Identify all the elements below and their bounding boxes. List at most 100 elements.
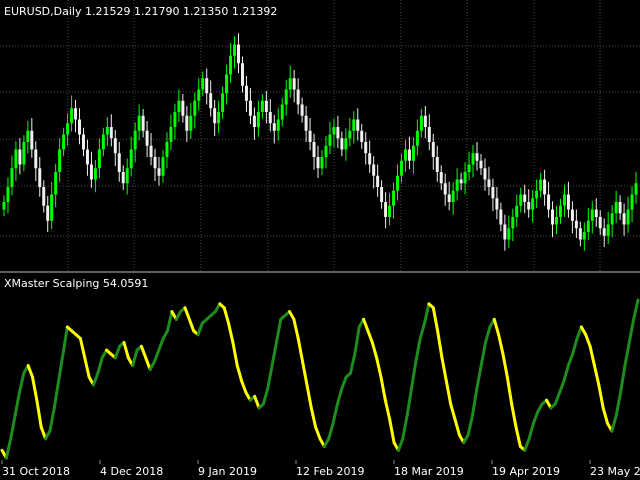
candle-body	[519, 194, 523, 206]
main-window-title: EURUSD,Daily 1.21529 1.21790 1.21350 1.2…	[4, 5, 277, 18]
candle-body	[527, 202, 531, 210]
candle-body	[407, 149, 411, 161]
candle-body	[18, 149, 22, 165]
candle-body	[237, 44, 241, 64]
candle-body	[197, 89, 201, 101]
candle-body	[431, 142, 435, 157]
candle-body	[97, 149, 101, 169]
candle-body	[101, 134, 105, 150]
candle-body	[229, 55, 233, 75]
candle-body	[332, 127, 336, 135]
candle-body	[427, 127, 431, 142]
candle-body	[439, 172, 443, 184]
candle-body	[610, 213, 614, 225]
time-axis-label: 31 Oct 2018	[2, 465, 70, 478]
candle-body	[105, 127, 109, 135]
time-axis-label: 18 Mar 2019	[394, 465, 464, 478]
candle-body	[547, 194, 551, 210]
candle-body	[399, 160, 403, 176]
candle-body	[149, 145, 153, 157]
candle-body	[233, 44, 237, 56]
candle-body	[491, 187, 495, 199]
candle-body	[443, 183, 447, 195]
candle-body	[320, 157, 324, 169]
candle-body	[89, 164, 93, 180]
time-axis-label: 19 Apr 2019	[492, 465, 560, 478]
candle-body	[217, 112, 221, 124]
candle-body	[272, 123, 276, 131]
candle-body	[384, 202, 388, 217]
candle-body	[256, 112, 260, 127]
candle-body	[133, 130, 137, 150]
candle-body	[42, 187, 46, 206]
candle-body	[264, 100, 268, 112]
candle-body	[451, 190, 455, 202]
candle-body	[177, 100, 181, 112]
candle-body	[169, 127, 173, 142]
candle-body	[109, 127, 113, 139]
candle-body	[368, 153, 372, 165]
candle-body	[487, 179, 491, 187]
candle-body	[260, 100, 264, 112]
time-axis-label: 4 Dec 2018	[100, 465, 163, 478]
candle-body	[113, 138, 117, 154]
candle-body	[225, 74, 229, 94]
candle-body	[622, 213, 626, 225]
candle-body	[205, 78, 209, 94]
candle-body	[70, 108, 74, 124]
candle-body	[201, 78, 205, 90]
candle-body	[173, 112, 177, 127]
candle-body	[46, 205, 50, 221]
candle-body	[181, 100, 185, 116]
candle-body	[598, 217, 602, 229]
candle-body	[34, 149, 38, 169]
candle-body	[499, 209, 503, 225]
candle-body	[280, 104, 284, 120]
candle-body	[479, 160, 483, 169]
candle-body	[411, 145, 415, 161]
candle-body	[388, 205, 392, 217]
candle-body	[352, 119, 356, 131]
candle-body	[129, 149, 133, 169]
time-axis-label: 23 May 2019	[590, 465, 640, 478]
candle-body	[296, 89, 300, 105]
candle-body	[316, 157, 320, 169]
candle-body	[268, 112, 272, 124]
candle-body	[483, 168, 487, 180]
candle-body	[165, 142, 169, 157]
candle-body	[539, 179, 543, 191]
candle-body	[618, 202, 622, 214]
candle-body	[558, 205, 562, 217]
candle-body	[372, 164, 376, 176]
candle-body	[54, 172, 58, 195]
candle-body	[50, 194, 54, 221]
candle-body	[364, 142, 368, 154]
candle-body	[300, 104, 304, 116]
candle-body	[117, 153, 121, 172]
candle-body	[157, 168, 161, 176]
candle-body	[244, 85, 248, 101]
chart-background	[0, 0, 640, 480]
candle-body	[475, 153, 479, 161]
candle-body	[240, 63, 244, 86]
candle-body	[213, 108, 217, 124]
candle-body	[507, 228, 511, 240]
candle-body	[38, 168, 42, 187]
candle-body	[336, 127, 340, 139]
candle-body	[590, 209, 594, 221]
candle-body	[574, 220, 578, 229]
candle-body	[189, 115, 193, 131]
candle-body	[78, 119, 82, 135]
candle-body	[376, 175, 380, 187]
candle-body	[137, 115, 141, 131]
candle-body	[396, 175, 400, 191]
candle-body	[153, 157, 157, 169]
candle-body	[614, 202, 618, 214]
candle-body	[340, 138, 344, 150]
candle-body	[626, 209, 630, 225]
candle-body	[292, 78, 296, 90]
candle-body	[566, 194, 570, 210]
time-axis-label: 9 Jan 2019	[198, 465, 257, 478]
candle-body	[356, 119, 360, 131]
candle-body	[447, 194, 451, 202]
